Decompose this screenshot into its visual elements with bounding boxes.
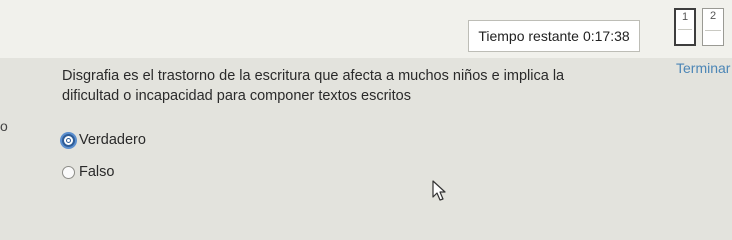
question-nav-2[interactable]: 2	[702, 8, 724, 46]
question-status-flag	[705, 30, 721, 45]
option-verdadero[interactable]: Verdadero	[62, 132, 146, 148]
finish-attempt-link[interactable]: Terminar i	[676, 60, 732, 76]
timer-label: Tiempo restante	[478, 28, 579, 44]
mouse-cursor-icon	[432, 180, 446, 201]
radio-verdadero[interactable]	[62, 133, 75, 147]
question-nav-number: 2	[709, 10, 717, 22]
option-falso[interactable]: Falso	[62, 164, 114, 180]
timer-value: 0:17:38	[582, 28, 630, 44]
question-nav-1[interactable]: 1	[674, 8, 696, 46]
radio-falso[interactable]	[62, 165, 75, 179]
question-nav-number: 1	[681, 11, 689, 23]
question-text: Disgrafia es el trastorno de la escritur…	[62, 68, 565, 104]
timer-box: Tiempo restante 0:17:38	[468, 20, 640, 52]
left-cropped-text: o	[0, 118, 8, 134]
option-label: Verdadero	[79, 132, 146, 148]
question-status-flag	[678, 29, 692, 44]
option-label: Falso	[79, 164, 115, 180]
